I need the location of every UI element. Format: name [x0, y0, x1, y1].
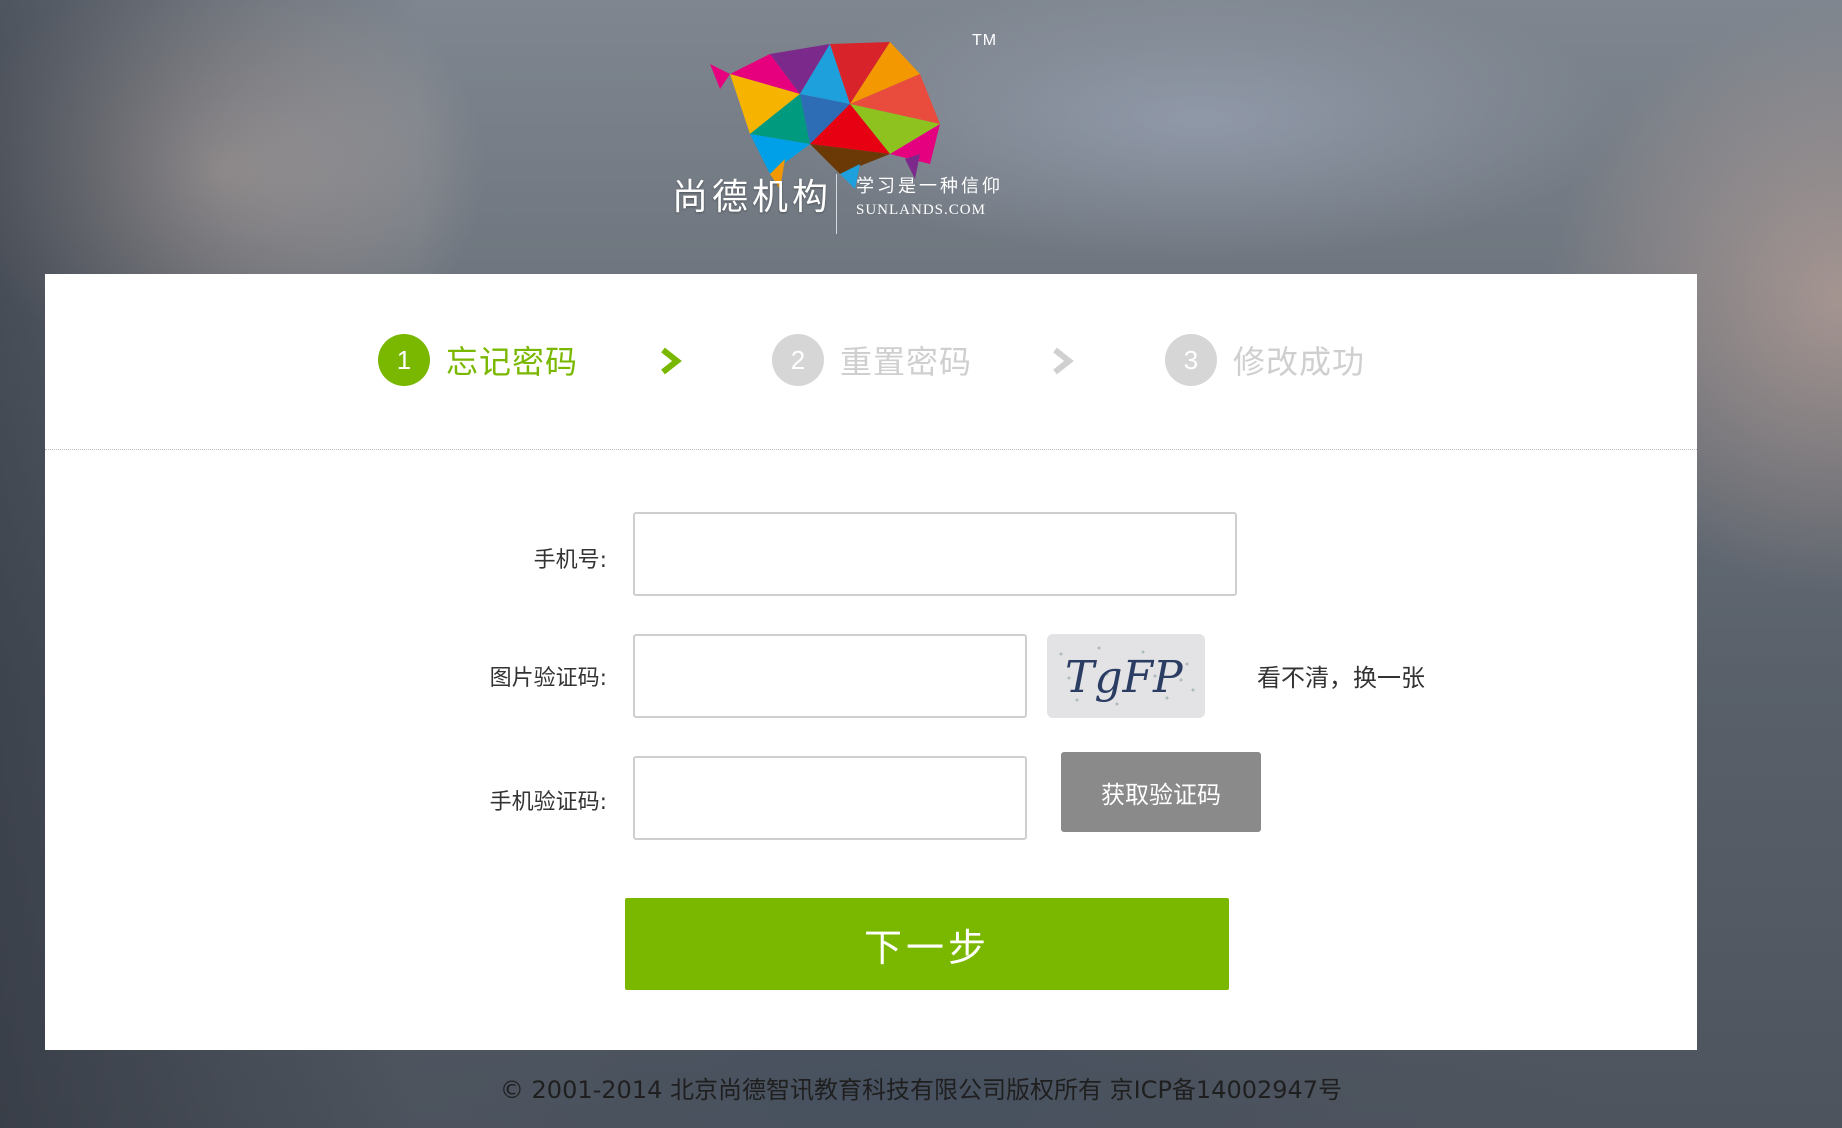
step-label-2: 重置密码 [840, 343, 973, 381]
captcha-label: 图片验证码: [489, 666, 607, 691]
captcha-refresh-link[interactable]: 看不清，换一张 [1257, 658, 1425, 693]
copyright-footer: © 2001-2014 北京尚德智讯教育科技有限公司版权所有 京ICP备1400… [499, 1076, 1343, 1104]
brand-slogan: 学习是一种信仰 [856, 176, 1003, 197]
step-number-3: 3 [1165, 334, 1217, 386]
step-label-3: 修改成功 [1233, 343, 1366, 381]
trademark-mark: TM [972, 32, 998, 49]
step-number-1: 1 [378, 334, 430, 386]
captcha-input[interactable] [633, 634, 1027, 718]
sms-code-input[interactable] [633, 756, 1027, 840]
logo-divider [836, 174, 837, 234]
chevron-right-icon [1053, 347, 1074, 375]
get-sms-code-button[interactable]: 获取验证码 [1061, 752, 1261, 832]
captcha-text: TgFP [1065, 652, 1184, 703]
brand-domain: SUNLANDS.COM [856, 202, 986, 218]
phone-label: 手机号: [533, 548, 607, 573]
brand-name: 尚德机构 [672, 177, 833, 218]
step-success: 3 修改成功 [1165, 334, 1365, 386]
next-step-button[interactable]: 下一步 [625, 898, 1229, 990]
progress-steps: 1 忘记密码 2 重置密码 3 修改成功 [45, 274, 1697, 450]
sunlands-logo: TM 尚德机构 学习是一种信仰 SUNLANDS.COM [660, 28, 1030, 234]
reset-password-card: 1 忘记密码 2 重置密码 3 修改成功 手机号: 图片验证码: TgFP 看不… [45, 274, 1697, 1050]
step-forgot-password: 1 忘记密码 [378, 334, 578, 386]
sms-code-label: 手机验证码: [489, 790, 607, 815]
chevron-right-icon [661, 347, 682, 375]
phone-input[interactable] [633, 512, 1237, 596]
captcha-graphic: TgFP [1059, 646, 1195, 706]
step-number-2: 2 [772, 334, 824, 386]
captcha-image[interactable]: TgFP [1047, 634, 1205, 718]
step-label-1: 忘记密码 [446, 343, 579, 381]
step-reset-password: 2 重置密码 [772, 334, 972, 386]
